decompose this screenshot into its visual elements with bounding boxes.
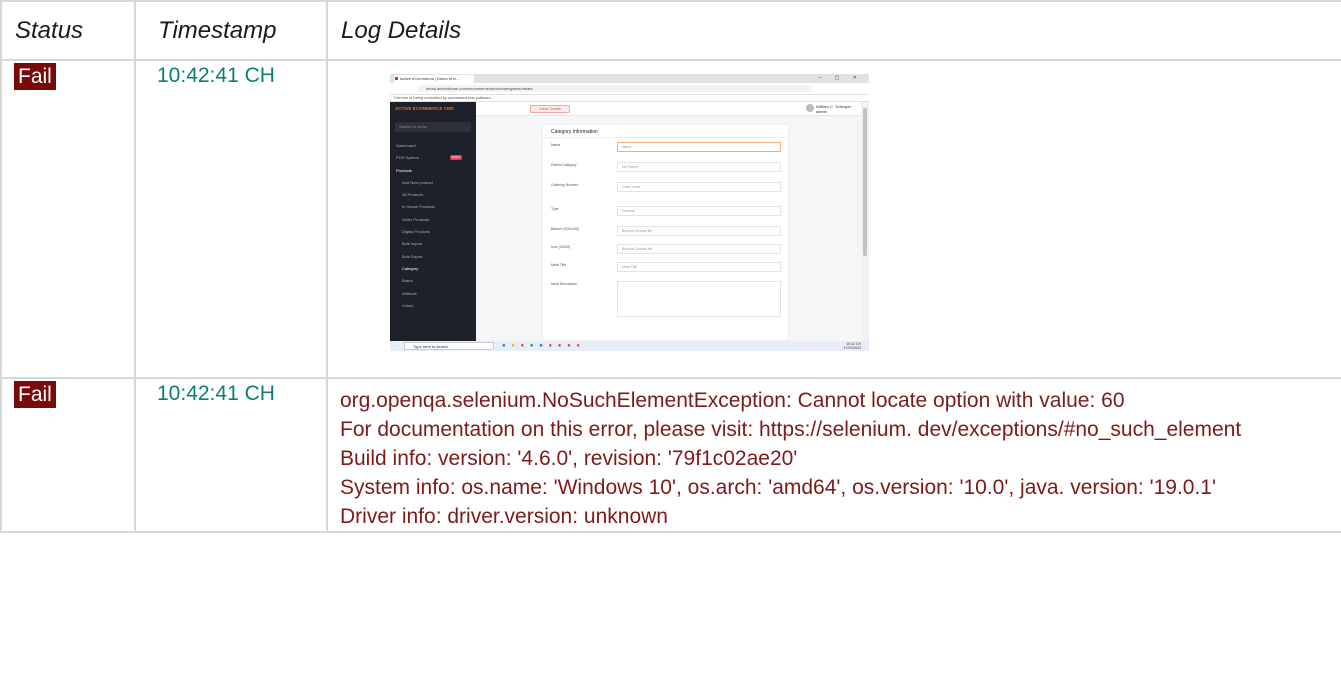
field-input: Browse Choose file [617,244,781,254]
form-row: Banner (200x200) Browse Choose file [551,226,781,238]
menu-search: Search in menu [395,122,471,132]
user-role: admin [816,109,827,114]
menu-item: Products [396,167,412,173]
timestamp-header: Timestamp [134,0,328,61]
app-icon: ● [539,343,545,349]
card-title: Category Information [551,129,598,135]
field-input: Order Level [617,182,781,192]
error-line: Driver info: driver.version: unknown [340,505,668,528]
url-text: demo.activeitzone.com/ecommerce/admin/ca… [418,85,813,92]
form-row: Type Physical [551,206,781,218]
field-label: Icon (32x32) [551,245,571,249]
card-divider [543,137,790,138]
form-row: Name Name [551,142,781,154]
app-icon: ● [502,343,508,349]
menu-item: In House Products [402,204,435,210]
page-scrollbar [861,102,869,341]
error-line: System info: os.name: 'Windows 10', os.a… [340,476,1216,499]
status-badge: Fail [14,63,56,90]
form-row: Ordering Number Order Level [551,182,781,194]
error-line: For documentation on this error, please … [340,418,1242,441]
scroll-thumb [863,108,867,256]
menu-item: POS System Addon [396,152,472,164]
menu-item-label: POS System [396,155,419,161]
admin-content: Category Information Name Name Parent Ca… [476,116,861,341]
form-row: Meta Title Meta Title [551,262,781,274]
app-icon: ● [520,343,527,349]
window-controls: – ▢ ✕ [818,75,863,81]
app-icon: ● [511,343,517,349]
log-row: Fail 10:42:41 CH org.openqa.selenium.NoS… [0,377,1341,533]
header-row: Status Timestamp Log Details [0,0,1341,61]
browser-tabbar: Active eCommerce | Demo of in... – ▢ ✕ [390,74,869,83]
form-row: Icon (32x32) Browse Choose file [551,244,781,256]
app-icon: ● [567,343,573,349]
error-line: org.openqa.selenium.NoSuchElementExcepti… [340,389,1125,412]
user-info: William C. Schrayer admin [816,104,851,114]
field-input: Meta Title [617,262,781,272]
field-textarea [617,281,781,317]
menu-item: Colors [402,302,414,308]
error-line: Build info: version: '4.6.0', revision: … [340,447,798,470]
status-badge: Fail [14,381,56,408]
automation-infobar: Chrome is being controlled by automated … [390,94,869,102]
screenshot-thumbnail[interactable]: Active eCommerce | Demo of in... – ▢ ✕ d… [390,74,869,351]
field-label: Parent Category [551,163,577,167]
form-row: Parent Category No Parent [551,162,781,174]
category-form-card: Category Information Name Name Parent Ca… [542,124,790,341]
timestamp-cell: 10:42:41 CH [134,377,328,533]
details-cell: org.openqa.selenium.NoSuchElementExcepti… [326,377,1341,533]
browser-addressbar: demo.activeitzone.com/ecommerce/admin/ca… [390,83,869,94]
menu-item: Seller Products [402,216,430,222]
menu-item: Bulk Import [402,241,423,247]
status-cell: Fail [0,377,136,533]
app-icon: ● [548,343,555,349]
field-input: No Parent [617,162,781,172]
menu-item: Brand [402,278,413,284]
log-row: Fail 10:42:41 CH Active eCommerce | Demo… [0,59,1341,379]
menu-item: Bulk Export [402,253,423,259]
log-table: Status Timestamp Log Details Fail 10:42:… [0,0,1341,533]
taskbar-search: Type here to search [404,342,494,350]
windows-taskbar: Type here to search ● ● ● ● ● ● ● ● ● 10… [390,341,869,351]
clear-cache-button: Clear Cache [530,105,570,113]
error-message: org.openqa.selenium.NoSuchElementExcepti… [340,386,1329,531]
details-header: Log Details [326,0,1341,61]
app-icon: ● [576,343,582,349]
field-label: Meta Description [551,282,578,286]
tray-date: 17/01/2023 [843,346,861,350]
field-label: Name [551,143,561,147]
taskbar-app-icons: ● ● ● ● ● ● ● ● ● [502,343,582,349]
menu-item: Digital Products [402,229,431,235]
field-label: Ordering Number [551,183,579,187]
details-cell: Active eCommerce | Demo of in... – ▢ ✕ d… [326,59,1341,379]
system-tray: 10:42 CH 17/01/2023 [843,342,861,350]
admin-sidebar: ACTIVE ECOMMERCE CMS Search in menu Dash… [390,102,476,341]
brand-logo: ACTIVE ECOMMERCE CMS [395,106,454,111]
menu-item: Dashboard [396,143,416,148]
browser-tab: Active eCommerce | Demo of in... [394,75,474,83]
field-input: Physical [617,206,781,216]
field-input: Name [617,142,781,152]
avatar [806,104,814,112]
menu-item: Add New product [402,179,433,185]
addon-badge: Addon [450,155,462,161]
admin-topbar: Clear Cache William C. Schrayer admin [476,102,861,116]
status-cell: Fail [0,59,136,379]
menu-item: All Products [402,192,424,198]
timestamp-cell: 10:42:41 CH [134,59,328,379]
menu-item: Attribute [402,290,417,296]
field-label: Type [551,207,559,211]
menu-item: Category [402,265,419,271]
form-row: Meta Description [551,281,781,317]
app-icon: ● [557,343,564,349]
app-icon: ● [529,343,536,349]
field-label: Meta Title [551,263,567,267]
field-label: Banner (200x200) [551,227,580,231]
status-header: Status [0,0,136,61]
field-input: Browse Choose file [617,226,781,236]
sidebar-menu: Dashboard POS System Addon Products Add N… [396,140,472,312]
